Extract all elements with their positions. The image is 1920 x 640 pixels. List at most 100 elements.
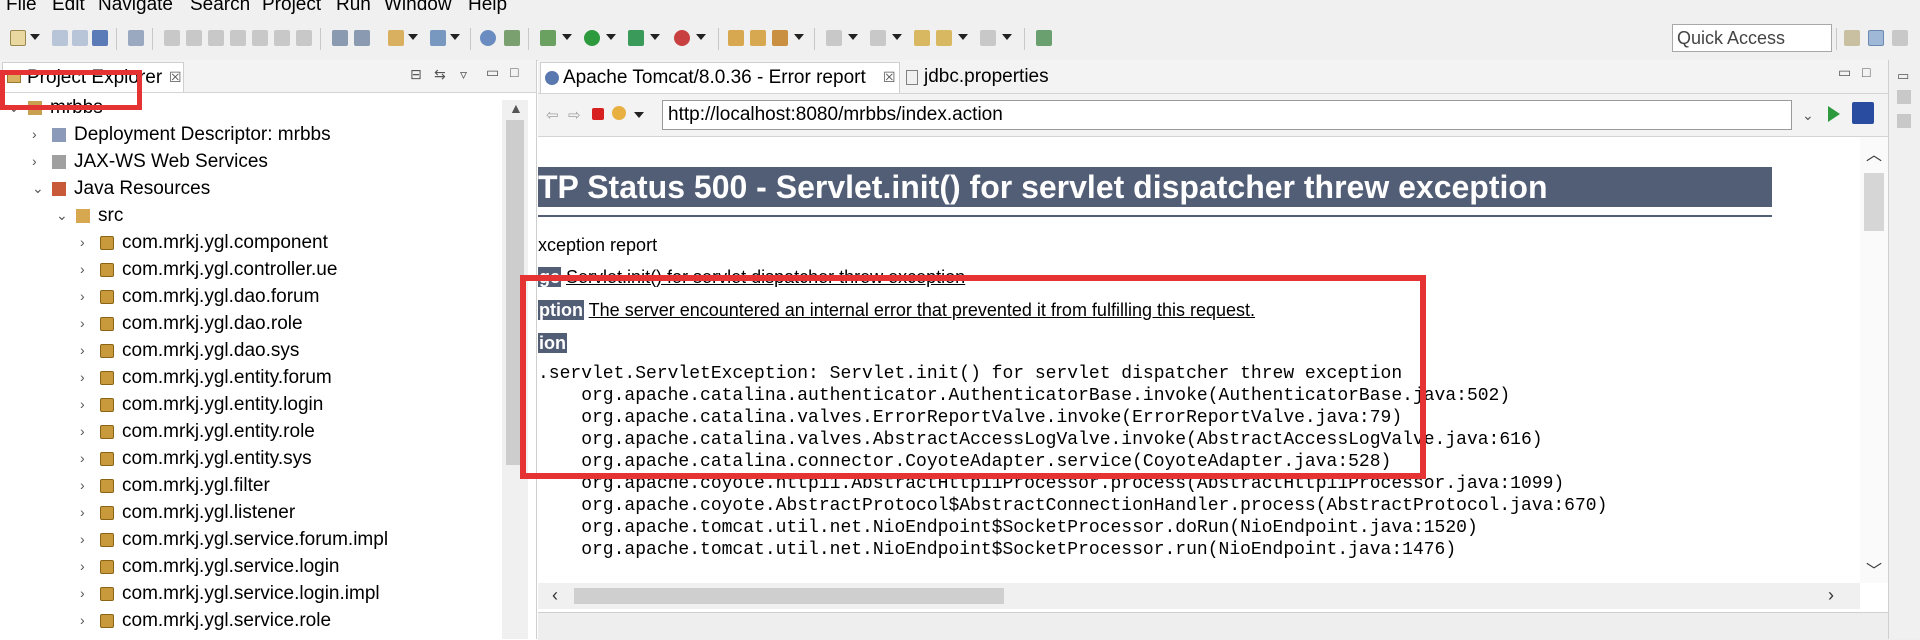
new-dropdown-icon[interactable] [30,34,40,40]
url-input[interactable]: http://localhost:8080/mrbbs/index.action [662,100,1792,130]
chevron-right-icon[interactable]: › [80,607,94,634]
menu-navigate[interactable]: Navigate [98,0,173,16]
previous-annotation-icon[interactable] [870,30,886,46]
open-perspective-icon[interactable] [1844,30,1860,46]
resume-icon[interactable] [164,30,180,46]
chevron-right-icon[interactable]: › [80,526,94,553]
next-annotation-icon[interactable] [826,30,842,46]
step-over-icon[interactable] [274,30,290,46]
last-edit-location-icon[interactable] [914,30,930,46]
restore-icon[interactable]: ▭ [1897,68,1909,84]
menu-file[interactable]: File [6,0,37,16]
chevron-down-icon[interactable]: ⌄ [32,175,46,202]
chevron-right-icon[interactable]: › [80,256,94,283]
tree-item[interactable]: › com.mrkj.ygl.service.login [0,553,500,580]
menu-window[interactable]: Window [384,0,452,16]
use-step-filters-icon[interactable] [332,30,348,46]
chevron-down-icon[interactable]: ⌄ [56,202,70,229]
chevron-right-icon[interactable]: › [80,364,94,391]
tree-item[interactable]: › com.mrkj.ygl.dao.forum [0,283,500,310]
view-menu-icon[interactable]: ▿ [460,66,467,83]
previous-annotation-dropdown-icon[interactable] [892,34,902,40]
suspend-icon[interactable] [186,30,202,46]
chevron-right-icon[interactable]: › [80,391,94,418]
menu-edit[interactable]: Edit [52,0,85,16]
coverage-icon[interactable] [628,30,644,46]
java-ee-perspective-icon[interactable] [1868,30,1884,46]
chevron-right-icon[interactable]: › [80,445,94,472]
menu-help[interactable]: Help [468,0,507,16]
task-list-icon[interactable] [1897,114,1911,128]
tree-item[interactable]: › com.mrkj.ygl.entity.sys [0,445,500,472]
task-dropdown-icon[interactable] [794,34,804,40]
content-horizontal-scrollbar[interactable]: ‹ › [538,583,1860,609]
publish-dropdown-icon[interactable] [450,34,460,40]
url-history-dropdown-icon[interactable]: ⌄ [1802,107,1814,124]
disconnect-icon[interactable] [230,30,246,46]
debug-perspective-icon[interactable] [1892,30,1908,46]
terminal-icon[interactable] [92,30,108,46]
open-type-icon[interactable] [728,30,744,46]
quick-access-input[interactable]: Quick Access [1672,24,1832,52]
menu-project[interactable]: Project [262,0,321,16]
tree-item[interactable]: ⌄ Java Resources [0,175,500,202]
close-icon[interactable]: ☒ [169,69,182,86]
external-tools-icon[interactable] [674,30,690,46]
external-tools-dropdown-icon[interactable] [696,34,706,40]
tree-item[interactable]: › com.mrkj.ygl.service.forum.impl [0,526,500,553]
chevron-right-icon[interactable]: › [32,121,46,148]
tree-item[interactable]: › Deployment Descriptor: mrbbs [0,121,500,148]
save-all-icon[interactable] [72,30,88,46]
tree-item[interactable]: › com.mrkj.ygl.listener [0,499,500,526]
server-icon[interactable] [354,30,370,46]
save-icon[interactable] [52,30,68,46]
scroll-right-icon[interactable]: › [1828,585,1834,606]
tree-item[interactable]: › com.mrkj.ygl.service.role [0,607,500,634]
outline-view-icon[interactable] [1897,90,1911,104]
skip-breakpoints-icon[interactable] [128,30,144,46]
chevron-right-icon[interactable]: › [80,580,94,607]
chevron-right-icon[interactable]: › [80,472,94,499]
tree-item[interactable]: › com.mrkj.ygl.entity.role [0,418,500,445]
globe-icon[interactable] [480,30,496,46]
scroll-up-icon[interactable]: ︿ [1866,141,1882,165]
step-into-icon[interactable] [252,30,268,46]
chevron-right-icon[interactable]: › [32,148,46,175]
tree-item[interactable]: › com.mrkj.ygl.service.login.impl [0,580,500,607]
open-external-browser-icon[interactable] [1852,102,1874,124]
open-task-icon[interactable] [772,30,788,46]
minimize-icon[interactable]: ▭ [1838,64,1851,81]
menu-run[interactable]: Run [336,0,371,16]
go-icon[interactable] [1828,106,1840,122]
next-annotation-dropdown-icon[interactable] [848,34,858,40]
tree-item[interactable]: › com.mrkj.ygl.dao.sys [0,337,500,364]
tab-error-report[interactable]: Apache Tomcat/8.0.36 - Error report ☒ [540,62,900,93]
run-dropdown-icon[interactable] [606,34,616,40]
tree-item[interactable]: › com.mrkj.ygl.entity.login [0,391,500,418]
stop-icon[interactable] [592,108,604,120]
pin-editor-icon[interactable] [1036,30,1052,46]
forward-arrow-icon[interactable]: ⇨ [568,106,581,124]
scrollbar-thumb[interactable] [574,588,1004,604]
tree-item[interactable]: › com.mrkj.ygl.filter [0,472,500,499]
refresh-workspace-icon[interactable] [504,30,520,46]
publish-icon[interactable] [430,30,446,46]
collapse-all-icon[interactable]: ⊟ [410,66,422,83]
tree-item[interactable]: › com.mrkj.ygl.controller.ue [0,256,500,283]
back-dropdown-icon[interactable] [958,34,968,40]
refresh-dropdown-icon[interactable] [634,112,644,118]
coverage-dropdown-icon[interactable] [650,34,660,40]
tab-jdbc-properties[interactable]: jdbc.properties [902,64,1102,92]
new-server-icon[interactable] [388,30,404,46]
new-icon[interactable] [10,30,26,46]
back-arrow-icon[interactable]: ⇦ [546,106,559,124]
chevron-right-icon[interactable]: › [80,310,94,337]
tree-item[interactable]: › com.mrkj.ygl.component [0,229,500,256]
chevron-right-icon[interactable]: › [80,337,94,364]
chevron-right-icon[interactable]: › [80,418,94,445]
scrollbar-thumb[interactable] [1864,173,1884,231]
scroll-down-icon[interactable]: ﹀ [1866,557,1882,581]
content-vertical-scrollbar[interactable]: ︿ ﹀ [1860,137,1888,583]
tree-item[interactable]: › com.mrkj.ygl.dao.role [0,310,500,337]
refresh-icon[interactable] [612,106,626,120]
